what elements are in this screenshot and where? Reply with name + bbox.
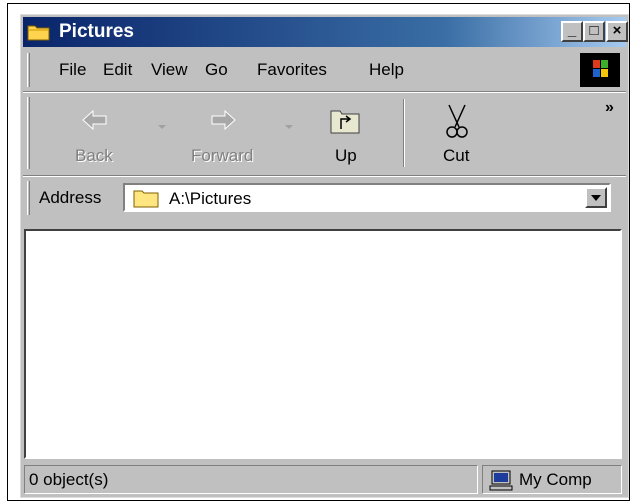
back-dropdown-icon[interactable] bbox=[158, 125, 166, 129]
scissors-icon bbox=[446, 104, 468, 138]
up-label: Up bbox=[335, 146, 357, 165]
toolbar-overflow-icon[interactable]: » bbox=[605, 99, 614, 117]
windows-logo-animation bbox=[580, 53, 620, 87]
menu-help[interactable]: Help bbox=[369, 60, 404, 80]
forward-button[interactable]: Forward bbox=[181, 99, 265, 173]
status-objects-panel: 0 object(s) bbox=[24, 465, 478, 494]
menu-view[interactable]: View bbox=[151, 60, 188, 80]
close-icon: × bbox=[612, 22, 622, 39]
status-bar: 0 object(s) My Comp bbox=[24, 465, 625, 495]
menu-bar: File Edit View Go Favorites Help bbox=[23, 51, 626, 89]
toolbar-separator-line bbox=[23, 175, 626, 177]
back-arrow-icon bbox=[82, 109, 107, 131]
maximize-button[interactable]: □ bbox=[583, 21, 605, 42]
windows-flag-icon bbox=[593, 60, 608, 77]
address-label: Address bbox=[39, 188, 102, 207]
status-zone-panel: My Comp bbox=[482, 465, 622, 494]
toolbar-grip[interactable] bbox=[27, 97, 30, 169]
folder-icon bbox=[133, 190, 159, 208]
maximize-icon: □ bbox=[589, 22, 599, 39]
cut-label: Cut bbox=[443, 146, 470, 165]
title-bar[interactable]: Pictures _ □ × bbox=[23, 17, 628, 47]
explorer-window: Pictures _ □ × File Edit View Go Favorit… bbox=[20, 14, 629, 498]
menu-grip[interactable] bbox=[27, 53, 30, 87]
toolbar-separator bbox=[403, 99, 405, 167]
menu-favorites[interactable]: Favorites bbox=[257, 60, 327, 80]
back-label: Back bbox=[75, 146, 113, 165]
menu-go[interactable]: Go bbox=[205, 60, 228, 80]
address-dropdown-button[interactable] bbox=[585, 187, 607, 208]
address-grip[interactable] bbox=[27, 181, 30, 215]
menu-file[interactable]: File bbox=[59, 60, 86, 80]
address-input[interactable]: A:\Pictures bbox=[123, 183, 611, 212]
folder-icon bbox=[27, 25, 50, 41]
forward-dropdown-icon[interactable] bbox=[285, 125, 293, 129]
menu-separator bbox=[23, 91, 626, 93]
address-bar: Address A:\Pictures bbox=[23, 179, 626, 217]
minimize-icon: _ bbox=[567, 22, 577, 39]
status-zone: My Comp bbox=[519, 470, 592, 489]
back-button[interactable]: Back bbox=[65, 99, 125, 173]
up-folder-icon bbox=[330, 110, 360, 134]
forward-label: Forward bbox=[191, 146, 254, 165]
status-objects: 0 object(s) bbox=[29, 470, 109, 489]
minimize-button[interactable]: _ bbox=[561, 21, 583, 42]
file-list-pane[interactable] bbox=[24, 229, 622, 459]
close-button[interactable]: × bbox=[606, 21, 628, 42]
cut-button[interactable]: Cut bbox=[429, 99, 485, 173]
up-button[interactable]: Up bbox=[319, 99, 375, 173]
menu-edit[interactable]: Edit bbox=[103, 60, 132, 80]
window-title: Pictures bbox=[59, 21, 134, 42]
address-value: A:\Pictures bbox=[169, 189, 252, 208]
standard-toolbar: Back Forward Up Cut » bbox=[23, 95, 626, 173]
chevron-down-icon bbox=[591, 195, 601, 201]
computer-icon bbox=[489, 470, 513, 491]
forward-arrow-icon bbox=[211, 109, 236, 131]
